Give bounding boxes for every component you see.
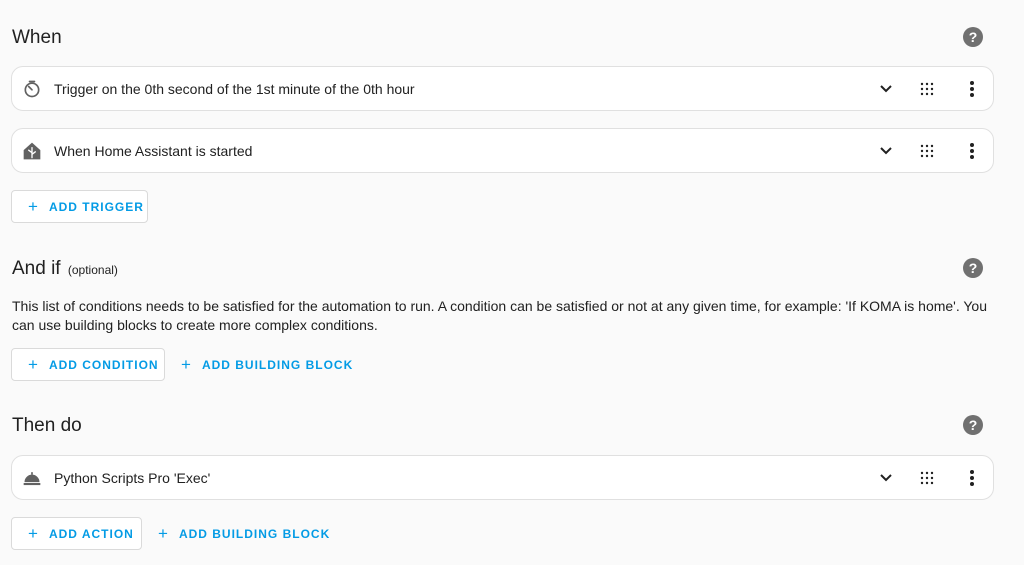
conditions-help-icon[interactable]: ? — [963, 258, 983, 278]
action-label: Python Scripts Pro 'Exec' — [54, 470, 211, 486]
chevron-down-icon[interactable] — [878, 143, 894, 159]
service-bell-icon — [23, 472, 41, 486]
chevron-down-icon[interactable] — [878, 81, 894, 97]
more-vertical-icon[interactable] — [967, 142, 977, 160]
plus-icon: + — [28, 355, 39, 374]
add-condition-building-block-button[interactable]: + ADD BUILDING BLOCK — [165, 348, 369, 381]
trigger-label: When Home Assistant is started — [54, 143, 253, 159]
add-action-building-block-button[interactable]: + ADD BUILDING BLOCK — [142, 517, 346, 550]
drag-handle-icon[interactable] — [920, 82, 934, 96]
add-condition-label: ADD CONDITION — [48, 357, 159, 372]
plus-icon: + — [28, 524, 39, 543]
drag-handle-icon[interactable] — [920, 144, 934, 158]
chevron-down-icon[interactable] — [878, 470, 894, 486]
add-trigger-button[interactable]: + ADD TRIGGER — [11, 190, 148, 223]
drag-handle-icon[interactable] — [920, 471, 934, 485]
plus-icon: + — [181, 355, 192, 374]
trigger-label: Trigger on the 0th second of the 1st min… — [54, 81, 415, 97]
optional-label: (optional) — [67, 263, 118, 277]
triggers-title: When — [12, 27, 62, 48]
home-assistant-icon — [23, 142, 41, 160]
actions-help-icon[interactable]: ? — [963, 415, 983, 435]
add-building-block-label: ADD BUILDING BLOCK — [178, 526, 331, 541]
more-vertical-icon[interactable] — [967, 469, 977, 487]
more-vertical-icon[interactable] — [967, 80, 977, 98]
timer-icon — [24, 80, 40, 98]
add-trigger-label: ADD TRIGGER — [48, 199, 144, 214]
trigger-row[interactable]: Trigger on the 0th second of the 1st min… — [11, 66, 994, 111]
conditions-title: And if (optional) — [12, 258, 118, 280]
triggers-help-icon[interactable]: ? — [963, 27, 983, 47]
add-action-button[interactable]: + ADD ACTION — [11, 517, 142, 550]
actions-title: Then do — [12, 415, 82, 436]
action-row[interactable]: Python Scripts Pro 'Exec' — [11, 455, 994, 500]
add-building-block-label: ADD BUILDING BLOCK — [201, 357, 354, 372]
conditions-title-text: And if — [12, 258, 61, 279]
trigger-row[interactable]: When Home Assistant is started — [11, 128, 994, 173]
add-action-label: ADD ACTION — [48, 526, 134, 541]
add-condition-button[interactable]: + ADD CONDITION — [11, 348, 165, 381]
plus-icon: + — [158, 524, 169, 543]
plus-icon: + — [28, 197, 39, 216]
conditions-description: This list of conditions needs to be sati… — [12, 298, 988, 333]
